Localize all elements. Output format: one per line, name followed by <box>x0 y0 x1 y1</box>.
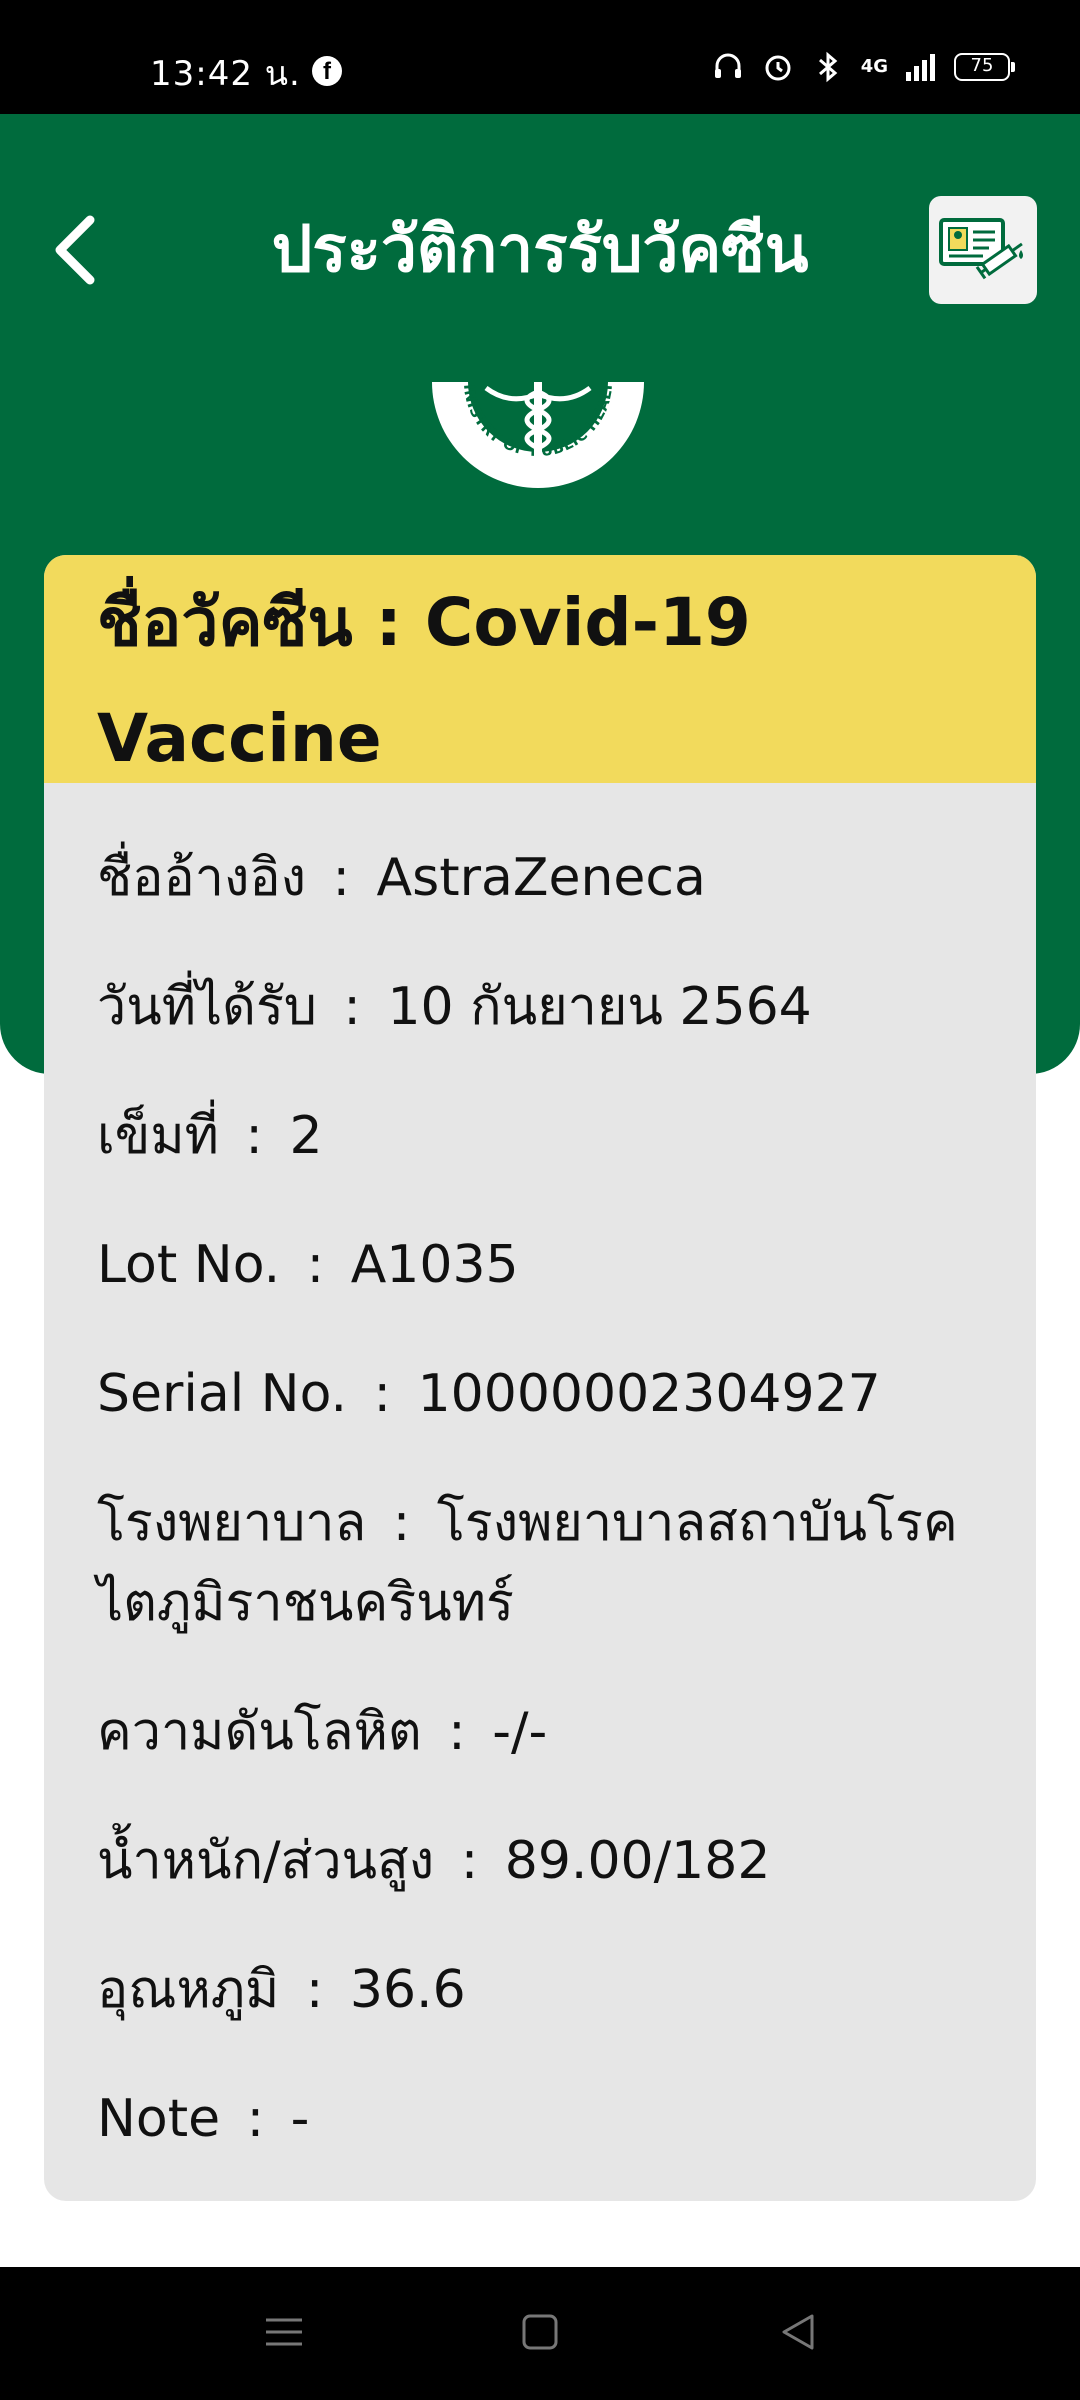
field-label: ชื่ออ้างอิง <box>97 848 306 908</box>
field-temperature: อุณหภูมิ : 36.6 <box>97 1960 466 2020</box>
field-value: 10 กันยายน 2564 <box>387 977 812 1037</box>
bluetooth-icon <box>818 51 837 83</box>
field-value: 89.00/182 <box>504 1831 771 1891</box>
status-bar: 13:42 น. f 4G 75 <box>0 0 1080 114</box>
field-label: Serial No. <box>97 1364 347 1424</box>
moph-logo: MINISTRY OF PUBLIC HEALTH <box>428 382 648 517</box>
menu-icon[interactable] <box>254 2302 314 2362</box>
field-label: Note <box>97 2089 221 2149</box>
field-hospital: โรงพยาบาล : โรงพยาบาลสถาบันโรคไตภูมิราชน… <box>97 1493 958 1633</box>
home-icon[interactable] <box>510 2302 570 2362</box>
field-label: เข็มที่ <box>97 1106 219 1166</box>
status-time: 13:42 น. <box>150 54 301 94</box>
field-value: 10000002304927 <box>417 1364 881 1424</box>
field-date-received: วันที่ได้รับ : 10 กันยายน 2564 <box>97 977 812 1037</box>
network-type: 4G <box>860 56 888 77</box>
battery-level: 75 <box>970 55 994 76</box>
navigation-bar <box>0 2267 1080 2400</box>
field-reference-name: ชื่ออ้างอิง : AstraZeneca <box>97 848 706 908</box>
field-label: วันที่ได้รับ <box>97 977 317 1037</box>
vaccine-certificate-icon <box>939 218 1023 280</box>
vaccine-certificate-button[interactable] <box>929 196 1037 304</box>
facebook-icon: f <box>312 56 342 86</box>
field-dose-number: เข็มที่ : 2 <box>97 1106 323 1166</box>
signal-icon <box>906 54 935 81</box>
field-lot-number: Lot No. : A1035 <box>97 1235 519 1295</box>
field-value: AstraZeneca <box>376 848 706 908</box>
field-weight-height: น้ำหนัก/ส่วนสูง : 89.00/182 <box>97 1831 771 1891</box>
vaccine-name-title: ชื่อวัคซีน : Covid-19 Vaccine <box>97 584 751 777</box>
field-label: โรงพยาบาล <box>97 1493 367 1553</box>
battery-icon: 75 <box>954 53 1015 81</box>
alarm-icon <box>765 55 791 81</box>
field-value: - <box>290 2089 310 2149</box>
headset-icon <box>714 53 741 78</box>
field-label: ความดันโลหิต <box>97 1702 422 1762</box>
field-label: Lot No. <box>97 1235 281 1295</box>
page-title: ประวัติการรับวัคซีน <box>271 213 809 287</box>
field-label: น้ำหนัก/ส่วนสูง <box>97 1831 435 1891</box>
status-icons: 4G 75 <box>711 50 1015 84</box>
field-label: อุณหภูมิ <box>97 1960 280 2020</box>
field-serial-number: Serial No. : 10000002304927 <box>97 1364 881 1424</box>
vaccine-record-card: ชื่อวัคซีน : Covid-19 Vaccine ชื่ออ้างอิ… <box>44 555 1036 2201</box>
back-nav-icon[interactable] <box>768 2302 828 2362</box>
field-value: 2 <box>289 1106 323 1166</box>
field-blood-pressure: ความดันโลหิต : -/- <box>97 1702 548 1762</box>
card-header: ชื่อวัคซีน : Covid-19 Vaccine <box>44 555 1036 783</box>
field-value: A1035 <box>350 1235 519 1295</box>
field-value: 36.6 <box>349 1960 466 2020</box>
field-note: Note : - <box>97 2089 310 2149</box>
field-value: -/- <box>492 1702 548 1762</box>
